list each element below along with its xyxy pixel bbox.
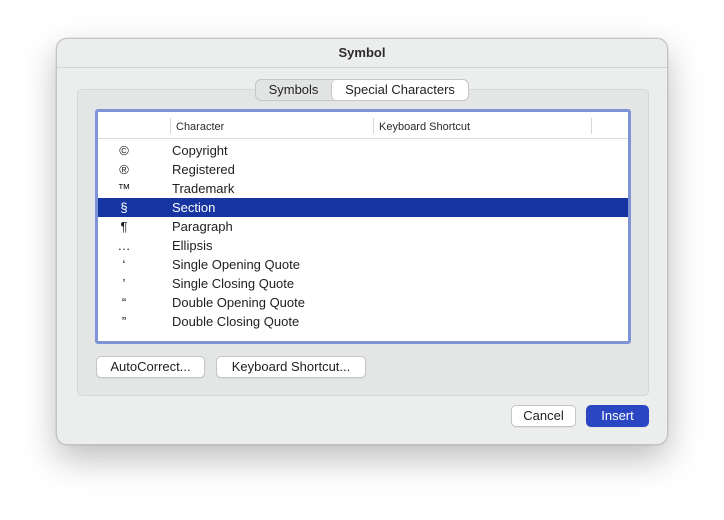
row-character-name: Registered	[172, 162, 235, 177]
cancel-button[interactable]: Cancel	[511, 405, 576, 427]
special-characters-panel: Character Keyboard Shortcut ~Nonbreaking…	[77, 89, 649, 396]
table-row[interactable]: ¶ Paragraph	[98, 217, 628, 236]
row-character-name: Ellipsis	[172, 238, 213, 253]
row-symbol: “	[121, 295, 127, 310]
row-character-name: Section	[172, 200, 216, 215]
dialog-title: Symbol	[57, 39, 667, 68]
tab-bar: Symbols Special Characters	[255, 79, 469, 101]
insert-button[interactable]: Insert	[586, 405, 649, 427]
row-symbol: ™	[117, 181, 131, 196]
table-row[interactable]: ’ Single Closing Quote	[98, 274, 628, 293]
column-separator	[591, 118, 592, 134]
row-symbol: ‘	[122, 257, 126, 272]
table-row[interactable]: ” Double Closing Quote	[98, 312, 628, 331]
row-symbol: ¶	[120, 219, 128, 234]
table-row[interactable]: © Copyright	[98, 141, 628, 160]
table-row[interactable]: ® Registered	[98, 160, 628, 179]
row-character-name: Trademark	[172, 181, 235, 196]
row-character-name: Double Opening Quote	[172, 295, 305, 310]
column-separator	[170, 118, 171, 134]
row-symbol: …	[117, 238, 131, 253]
row-character-name: Paragraph	[172, 219, 233, 234]
keyboard-shortcut-button[interactable]: Keyboard Shortcut...	[216, 356, 366, 378]
row-symbol: ®	[119, 162, 129, 177]
row-character-name: Double Closing Quote	[172, 314, 300, 329]
row-character-name: Single Closing Quote	[172, 276, 295, 291]
column-separator	[373, 118, 374, 134]
row-character-name: Single Opening Quote	[172, 257, 300, 272]
row-symbol: §	[120, 200, 128, 215]
table-row[interactable]: … Ellipsis	[98, 236, 628, 255]
list-rows: ~Nonbreaking SpaceControl+Shift+Space Ba…	[98, 122, 628, 331]
special-characters-list[interactable]: Character Keyboard Shortcut ~Nonbreaking…	[95, 109, 631, 344]
list-header: Character Keyboard Shortcut	[98, 112, 628, 139]
row-symbol: ©	[119, 143, 129, 158]
row-character-name: Copyright	[172, 143, 228, 158]
table-row[interactable]: § Section	[98, 198, 628, 217]
symbol-dialog: Symbol Symbols Special Characters Charac…	[56, 38, 668, 445]
tab-special-characters[interactable]: Special Characters	[331, 80, 468, 100]
table-row[interactable]: ™ Trademark	[98, 179, 628, 198]
autocorrect-button[interactable]: AutoCorrect...	[96, 356, 205, 378]
column-header-character[interactable]: Character	[176, 119, 224, 135]
tab-symbols[interactable]: Symbols	[256, 80, 331, 100]
row-symbol: ”	[121, 314, 127, 329]
table-row[interactable]: “ Double Opening Quote	[98, 293, 628, 312]
row-symbol: ’	[122, 276, 126, 291]
table-row[interactable]: ‘ Single Opening Quote	[98, 255, 628, 274]
column-header-keyboard-shortcut[interactable]: Keyboard Shortcut	[379, 119, 470, 135]
